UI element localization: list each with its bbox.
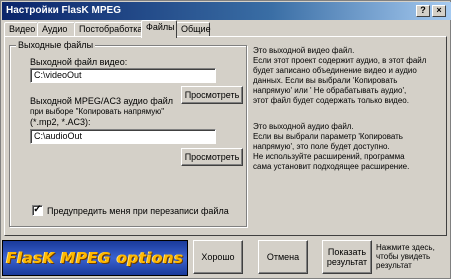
audio-output-field[interactable]: C:\audioOut	[30, 129, 216, 144]
title-bar: Настройки FlasK MPEG ? ×	[2, 2, 451, 20]
browse-video-button[interactable]: Просмотреть	[181, 86, 243, 104]
banner-text: FlasK MPEG options	[6, 249, 184, 267]
output-files-group-title: Выходные файлы	[16, 40, 96, 50]
close-button[interactable]: ×	[432, 5, 446, 17]
audio-desc-line: сама установит подходящее расширение.	[253, 162, 410, 171]
window-title: Настройки FlasK MPEG	[6, 5, 121, 16]
audio-desc-line: Если вы выбрали параметр 'Копировать	[253, 132, 403, 141]
tab-video[interactable]: Видео	[4, 22, 38, 37]
video-desc-line: Это выходной видео файл.	[253, 46, 355, 55]
overwrite-warning-checkbox[interactable]: ✓	[32, 205, 43, 216]
tab-general[interactable]: Общие	[176, 22, 211, 37]
tab-postprocessing[interactable]: Постобработка	[74, 22, 142, 37]
audio-desc-line: Не используйте расширений, программа	[253, 152, 405, 161]
show-results-button[interactable]: Показать результат	[322, 240, 372, 274]
video-output-field[interactable]: C:\videoOut	[30, 68, 216, 83]
ok-button[interactable]: Хорошо	[193, 240, 243, 274]
tab-audio[interactable]: Аудио	[37, 22, 75, 37]
video-desc-line: этот файл будет содержать только видео.	[253, 96, 409, 105]
hint-line: чтобы увидеть	[376, 252, 431, 261]
audio-desc-line: Это выходной аудио файл.	[253, 122, 354, 131]
show-results-hint: Нажмите здесь, чтобы увидеть результат	[376, 243, 435, 270]
overwrite-warning-label: Предупредить меня при перезаписи файла	[47, 206, 229, 216]
video-output-label: Выходной файл видео:	[30, 57, 128, 67]
help-button[interactable]: ?	[416, 5, 430, 17]
audio-output-label: Выходной MPEG/AC3 аудио файл	[30, 96, 174, 106]
show-results-label-1: Показать	[327, 247, 367, 257]
video-desc-line: данных. Если вы выбрали 'Копировать	[253, 76, 398, 85]
audio-output-extensions: (*.mp2, *.AC3):	[30, 117, 91, 127]
cancel-button[interactable]: Отмена	[258, 240, 308, 274]
video-desc-line: Если этот проект содержит аудио, в этот …	[253, 56, 427, 65]
audio-output-sublabel: при выборе "Копировать напрямую"	[30, 107, 165, 116]
video-desc-line: напрямую' или ' Не обрабатывать аудио',	[253, 86, 407, 95]
hint-line: результат	[376, 261, 412, 270]
tab-files[interactable]: Файлы	[141, 20, 177, 38]
hint-line: Нажмите здесь,	[376, 243, 435, 252]
audio-desc-line: напрямую', это поле будет доступно.	[253, 142, 390, 151]
flask-mpeg-logo-banner: FlasK MPEG options	[2, 240, 188, 276]
browse-audio-button[interactable]: Просмотреть	[181, 148, 243, 166]
show-results-label-2: результат	[326, 257, 368, 267]
video-desc-line: будет записано объединение видео и аудио	[253, 66, 417, 75]
